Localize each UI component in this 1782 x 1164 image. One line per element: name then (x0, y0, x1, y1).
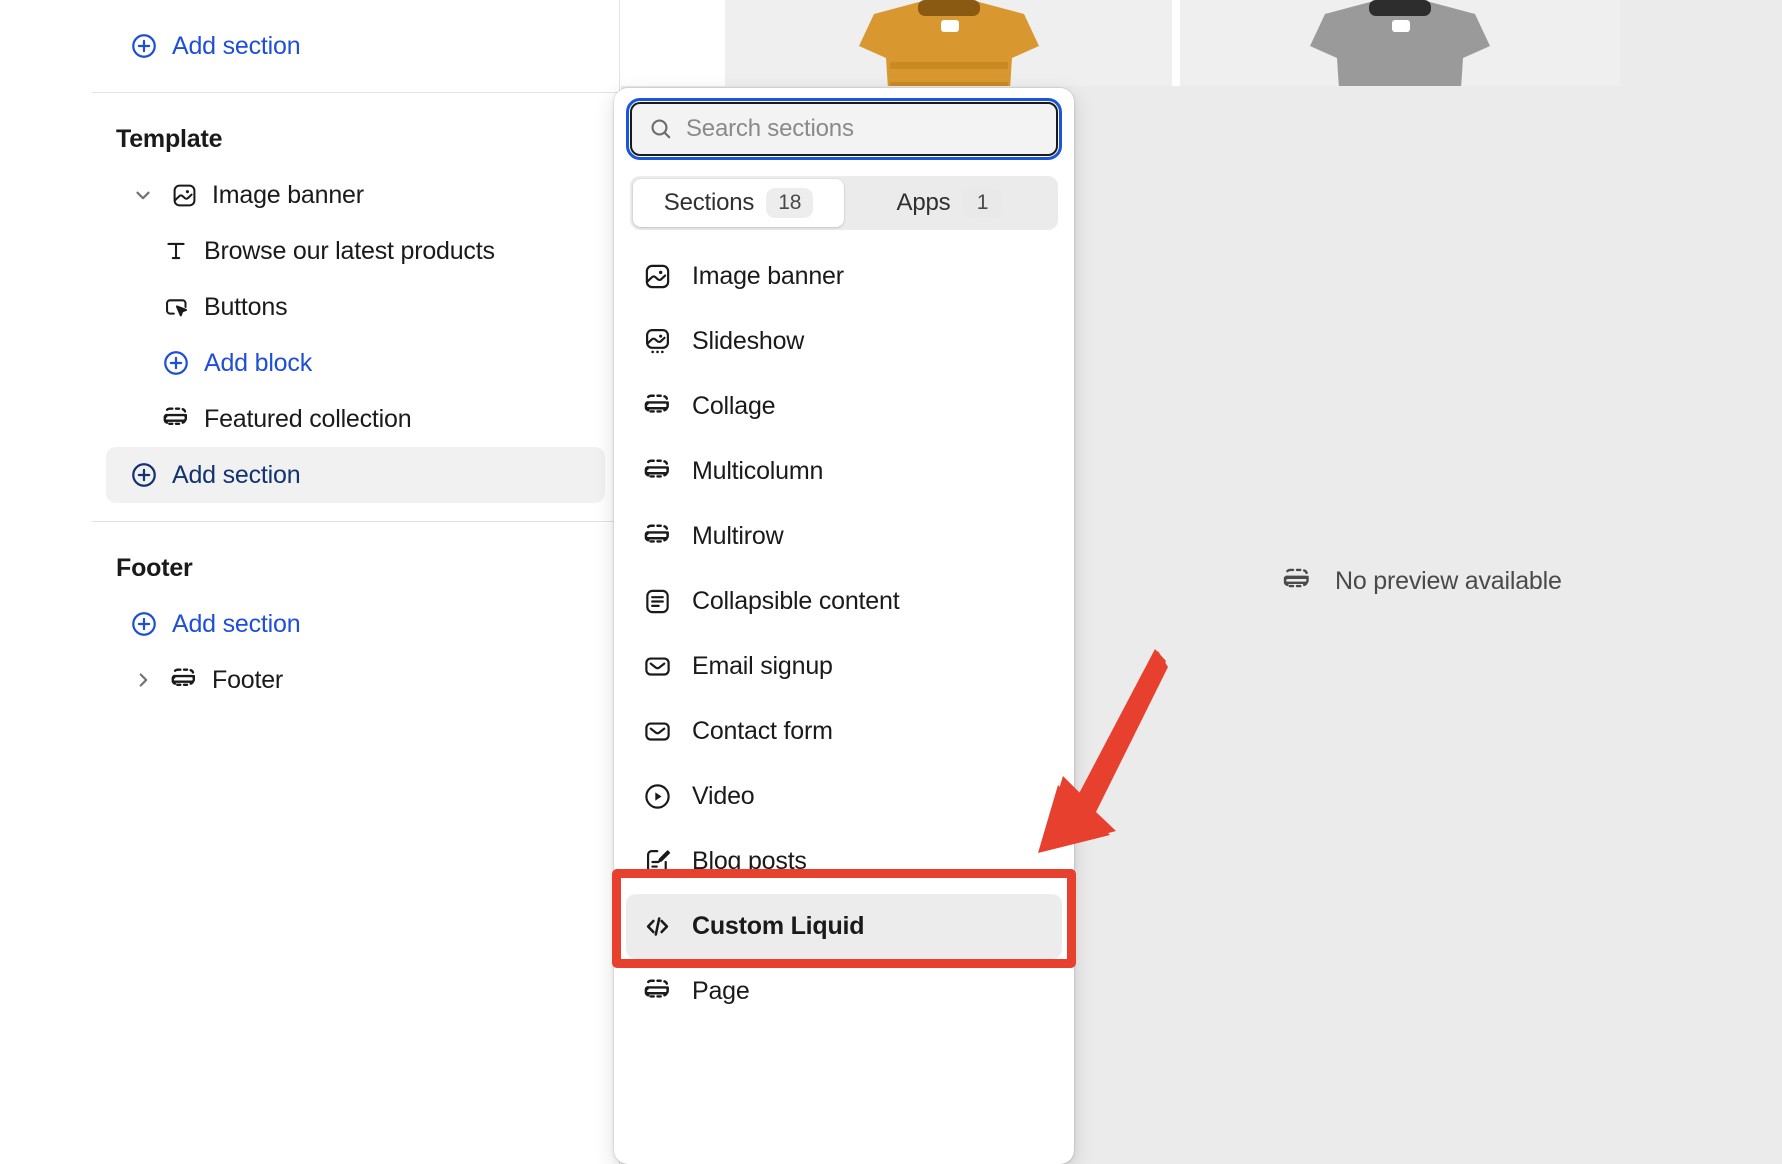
tab-sections-label: Sections (663, 189, 755, 216)
section-option-custom-liquid[interactable]: Custom Liquid (626, 894, 1062, 959)
section-option-label: Contact form (692, 717, 833, 745)
search-field-wrapper (626, 98, 1062, 160)
circle-plus-icon (130, 461, 158, 489)
tab-sections[interactable]: Sections 18 (633, 179, 844, 227)
envelope-icon (642, 717, 672, 747)
sidebar-item-buttons[interactable]: Buttons (106, 279, 605, 335)
sidebar-item-label: Footer (212, 665, 284, 694)
template-add-section-label: Add section (172, 460, 301, 489)
tshirt-illustration (1310, 0, 1490, 86)
circle-plus-icon (162, 349, 190, 377)
header-add-section-label: Add section (172, 31, 301, 60)
tab-sections-count: 18 (766, 188, 814, 218)
slideshow-icon (642, 327, 672, 357)
section-option-multirow[interactable]: Multirow (626, 504, 1062, 569)
section-option-page[interactable]: Page (626, 959, 1062, 1024)
section-icon (642, 522, 672, 552)
section-option-label: Collage (692, 392, 776, 420)
no-preview-message: No preview available (1281, 565, 1562, 597)
text-icon (162, 237, 190, 265)
section-option-label: Video (692, 782, 755, 810)
left-gutter (0, 0, 92, 1164)
section-option-label: Collapsible content (692, 587, 900, 615)
header-add-section-button[interactable]: Add section (106, 18, 605, 74)
footer-add-section-button[interactable]: Add section (106, 596, 605, 652)
search-icon (648, 116, 674, 142)
template-group: Template Image banner Browse our latest … (92, 93, 619, 521)
sidebar-item-image-banner[interactable]: Image banner (106, 167, 605, 223)
search-box[interactable] (630, 102, 1058, 156)
section-option-blog-posts[interactable]: Blog posts (626, 829, 1062, 894)
header-group: Add section (92, 0, 619, 92)
circle-plus-icon (130, 610, 158, 638)
preview-card-left (621, 0, 725, 86)
app-root: No preview available Add section Templat… (0, 0, 1782, 1164)
section-option-label: Multicolumn (692, 457, 824, 485)
template-add-section-button[interactable]: Add section (106, 447, 605, 503)
section-option-label: Page (692, 977, 750, 1005)
section-icon (170, 666, 198, 694)
add-block-button[interactable]: Add block (106, 335, 605, 391)
section-option-label: Custom Liquid (692, 912, 865, 940)
sidebar-item-label: Featured collection (204, 404, 412, 433)
section-option-video[interactable]: Video (626, 764, 1062, 829)
tshirt-illustration (858, 0, 1039, 86)
section-option-collapsible-content[interactable]: Collapsible content (626, 569, 1062, 634)
image-icon (642, 262, 672, 292)
section-option-image-banner[interactable]: Image banner (626, 244, 1062, 309)
section-option-collage[interactable]: Collage (626, 374, 1062, 439)
tab-apps-label: Apps (896, 189, 951, 216)
popover-tabs: Sections 18 Apps 1 (630, 176, 1058, 230)
section-icon (162, 405, 190, 433)
sidebar-item-footer[interactable]: Footer (106, 652, 605, 708)
sidebar-item-browse-our-latest-products[interactable]: Browse our latest products (106, 223, 605, 279)
section-option-label: Image banner (692, 262, 844, 290)
product-card-1 (725, 0, 1172, 86)
section-icon (642, 977, 672, 1007)
footer-group: Footer Add section Footer (92, 522, 619, 708)
footer-heading: Footer (116, 553, 193, 582)
section-type-list: Image banner Slideshow Collage Multicolu… (614, 244, 1074, 1024)
sidebar-item-featured-collection[interactable]: Featured collection (106, 391, 605, 447)
note-edit-icon (642, 847, 672, 877)
footer-add-section-label: Add section (172, 609, 301, 638)
template-heading: Template (116, 124, 223, 153)
sections-sidebar: Add section Template Image banner Browse… (92, 0, 620, 1164)
section-option-label: Email signup (692, 652, 833, 680)
section-option-label: Slideshow (692, 327, 805, 355)
section-icon (1281, 565, 1313, 597)
search-input[interactable] (686, 115, 1040, 143)
section-option-label: Blog posts (692, 847, 807, 875)
circle-plus-icon (130, 32, 158, 60)
sidebar-item-label: Buttons (204, 292, 288, 321)
add-block-label: Add block (204, 348, 312, 377)
product-card-2 (1180, 0, 1620, 86)
button-cursor-icon (162, 293, 190, 321)
image-icon (170, 181, 198, 209)
section-option-email-signup[interactable]: Email signup (626, 634, 1062, 699)
section-icon (642, 392, 672, 422)
chevron-down-icon[interactable] (130, 182, 156, 208)
code-icon (642, 912, 672, 942)
sidebar-item-label: Browse our latest products (204, 236, 495, 265)
section-option-label: Multirow (692, 522, 784, 550)
sidebar-item-label: Image banner (212, 180, 364, 209)
preview-card-gap (1172, 0, 1180, 86)
section-icon (642, 457, 672, 487)
no-preview-label: No preview available (1335, 566, 1562, 595)
tab-apps-count: 1 (962, 188, 1003, 218)
tab-apps[interactable]: Apps 1 (844, 179, 1055, 227)
section-option-slideshow[interactable]: Slideshow (626, 309, 1062, 374)
section-option-contact-form[interactable]: Contact form (626, 699, 1062, 764)
chevron-right-icon[interactable] (130, 667, 156, 693)
section-option-multicolumn[interactable]: Multicolumn (626, 439, 1062, 504)
play-circle-icon (642, 782, 672, 812)
envelope-icon (642, 652, 672, 682)
add-section-popover: Sections 18 Apps 1 Image banner (614, 88, 1074, 1164)
list-document-icon (642, 587, 672, 617)
